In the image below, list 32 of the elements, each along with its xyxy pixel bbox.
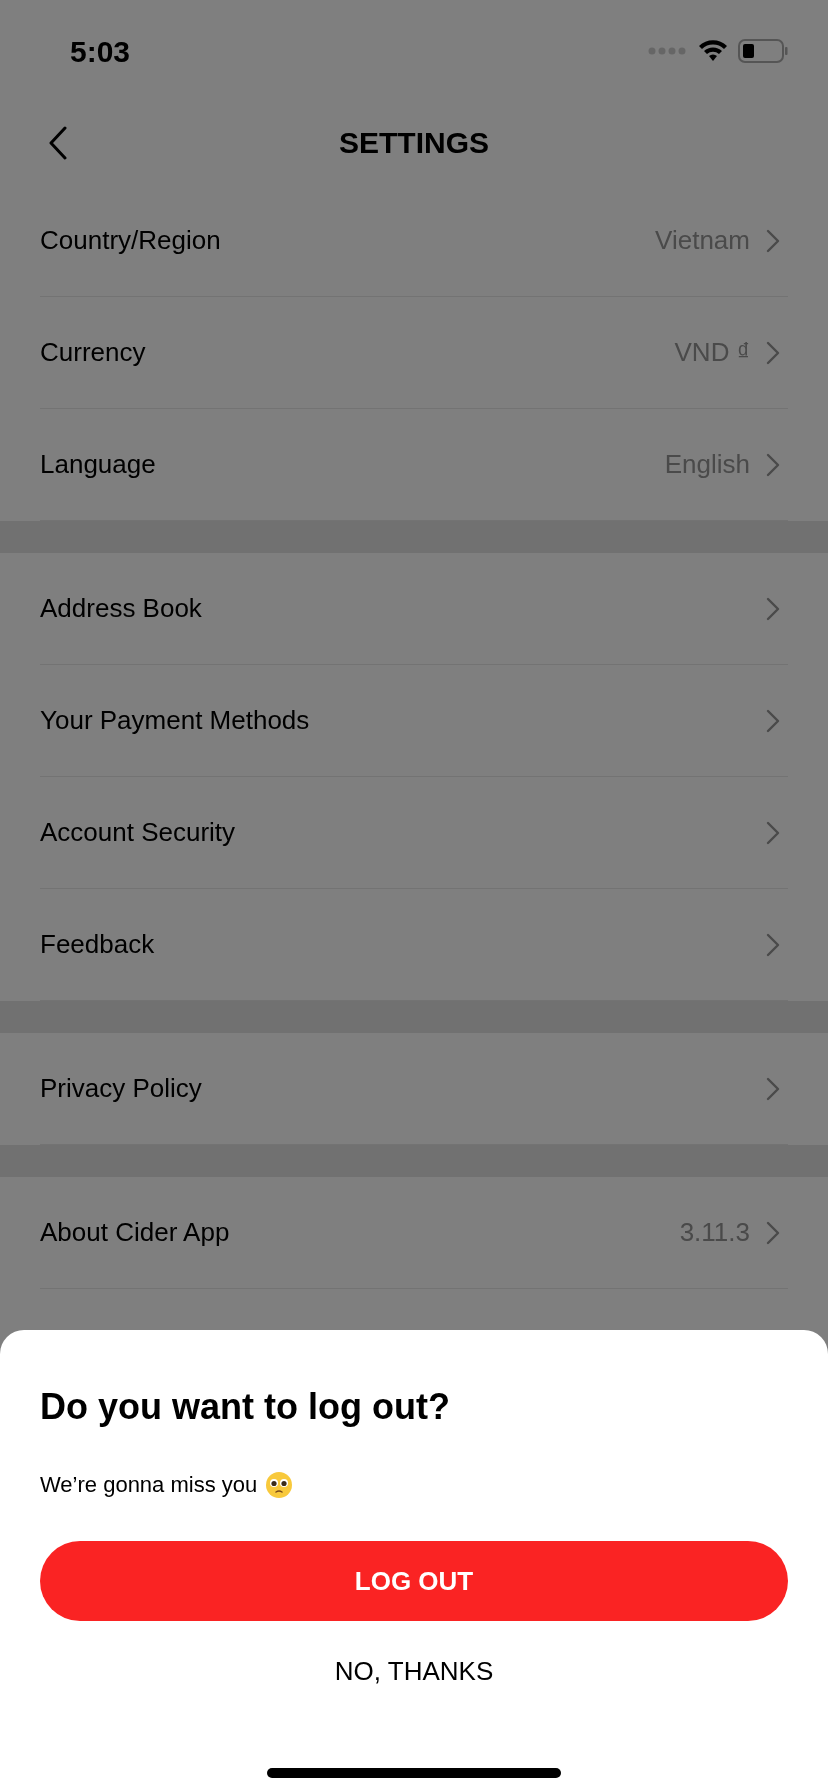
chevron-right-icon bbox=[766, 1076, 780, 1101]
row-label: Language bbox=[40, 448, 156, 481]
settings-row[interactable]: Your Payment Methods bbox=[40, 665, 788, 777]
sheet-message: We’re gonna miss you bbox=[40, 1471, 258, 1499]
page-title: SETTINGS bbox=[339, 125, 489, 161]
chevron-right-icon bbox=[766, 932, 780, 957]
row-label: Country/Region bbox=[40, 224, 221, 257]
chevron-right-icon bbox=[766, 708, 780, 733]
pleading-face-icon bbox=[265, 1470, 294, 1499]
row-label: Feedback bbox=[40, 928, 155, 961]
row-label: Currency bbox=[40, 336, 146, 369]
chevron-right-icon bbox=[766, 452, 780, 477]
chevron-right-icon bbox=[766, 228, 780, 253]
chevron-right-icon bbox=[766, 340, 780, 365]
settings-row[interactable]: Account Security bbox=[40, 777, 788, 889]
chevron-right-icon bbox=[766, 1220, 780, 1245]
row-label: Privacy Policy bbox=[40, 1072, 202, 1105]
row-label: Account Security bbox=[40, 816, 236, 849]
wifi-icon bbox=[698, 40, 728, 62]
cancel-button[interactable]: NO, THANKS bbox=[314, 1641, 514, 1701]
settings-row[interactable]: Address Book bbox=[40, 553, 788, 665]
battery-icon bbox=[738, 39, 788, 63]
chevron-right-icon bbox=[766, 820, 780, 845]
row-label: Address Book bbox=[40, 592, 202, 625]
logout-button[interactable]: LOG OUT bbox=[40, 1541, 788, 1621]
row-label: Your Payment Methods bbox=[40, 704, 310, 737]
row-label: About Cider App bbox=[40, 1216, 230, 1249]
chevron-right-icon bbox=[766, 596, 780, 621]
sheet-title: Do you want to log out? bbox=[40, 1385, 451, 1429]
status-time: 5:03 bbox=[70, 33, 131, 70]
signal-icon bbox=[648, 47, 688, 55]
back-icon bbox=[48, 126, 68, 160]
